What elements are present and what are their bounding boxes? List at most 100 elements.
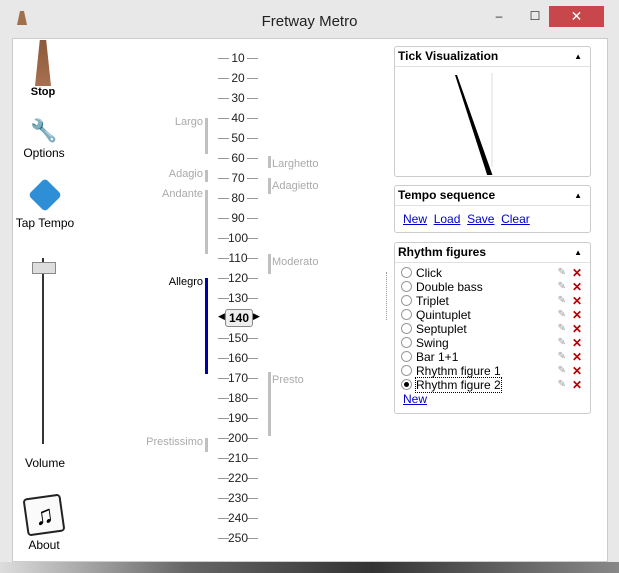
rhythm-item[interactable]: Swing ✎ ✕ bbox=[395, 336, 590, 350]
tempo-mark[interactable]: 180 bbox=[218, 391, 258, 405]
pencil-icon[interactable]: ✎ bbox=[558, 266, 566, 280]
maximize-button[interactable]: ☐ bbox=[520, 6, 550, 27]
volume-slider[interactable] bbox=[32, 258, 56, 444]
tap-tempo-button[interactable]: Tap Tempo bbox=[12, 178, 78, 230]
rhythm-item[interactable]: Click ✎ ✕ bbox=[395, 266, 590, 280]
tempo-mark[interactable]: 30 bbox=[218, 91, 258, 105]
tempo-range-bar[interactable] bbox=[268, 156, 271, 168]
panel-title: Rhythm figures bbox=[398, 245, 487, 259]
radio-button[interactable] bbox=[401, 267, 412, 278]
collapse-icon[interactable]: ▲ bbox=[574, 47, 582, 66]
pencil-icon[interactable]: ✎ bbox=[558, 350, 566, 364]
tempo-range-bar[interactable] bbox=[205, 170, 208, 182]
tempo-mark[interactable]: 80 bbox=[218, 191, 258, 205]
collapse-icon[interactable]: ▲ bbox=[574, 243, 582, 262]
increase-arrow-icon[interactable]: ▶ bbox=[253, 311, 260, 322]
pencil-icon[interactable]: ✎ bbox=[558, 336, 566, 350]
tempo-mark[interactable]: 60 bbox=[218, 151, 258, 165]
tempo-mark[interactable]: 10 bbox=[218, 51, 258, 65]
delete-icon[interactable]: ✕ bbox=[572, 308, 582, 322]
rhythm-item[interactable]: Double bass ✎ ✕ bbox=[395, 280, 590, 294]
tempo-mark[interactable]: 50 bbox=[218, 131, 258, 145]
tempo-term-adagio[interactable]: Adagio bbox=[169, 168, 203, 180]
tempo-mark[interactable]: 40 bbox=[218, 111, 258, 125]
pencil-icon[interactable]: ✎ bbox=[558, 378, 566, 392]
tempo-term-prestissimo[interactable]: Prestissimo bbox=[146, 436, 203, 448]
radio-button[interactable] bbox=[401, 379, 412, 390]
options-button[interactable]: 🔧 Options bbox=[14, 118, 74, 160]
delete-icon[interactable]: ✕ bbox=[572, 322, 582, 336]
rhythm-item[interactable]: Septuplet ✎ ✕ bbox=[395, 322, 590, 336]
tempo-range-bar[interactable] bbox=[205, 278, 208, 374]
pencil-icon[interactable]: ✎ bbox=[558, 322, 566, 336]
tempo-term-largo[interactable]: Largo bbox=[175, 116, 203, 128]
splitter-handle[interactable] bbox=[386, 272, 387, 320]
tempo-mark[interactable]: 130 bbox=[218, 291, 258, 305]
tempo-mark[interactable]: 190 bbox=[218, 411, 258, 425]
pencil-icon[interactable]: ✎ bbox=[558, 364, 566, 378]
tempo-range-bar[interactable] bbox=[268, 178, 271, 194]
tempo-range-bar[interactable] bbox=[205, 118, 208, 154]
tempo-mark[interactable]: 120 bbox=[218, 271, 258, 285]
radio-button[interactable] bbox=[401, 295, 412, 306]
rhythm-item[interactable]: Bar 1+1 ✎ ✕ bbox=[395, 350, 590, 364]
tempo-mark[interactable]: 220 bbox=[218, 471, 258, 485]
tempo-mark[interactable]: 150 bbox=[218, 331, 258, 345]
current-tempo-control[interactable]: ◀ 140 ▶ bbox=[218, 309, 260, 327]
stop-button[interactable]: Stop bbox=[20, 40, 66, 98]
tempo-range-bar[interactable] bbox=[205, 438, 208, 452]
tempo-mark[interactable]: 170 bbox=[218, 371, 258, 385]
pencil-icon[interactable]: ✎ bbox=[558, 280, 566, 294]
tempo-clear-link[interactable]: Clear bbox=[501, 212, 530, 226]
collapse-icon[interactable]: ▲ bbox=[574, 186, 582, 205]
tempo-mark[interactable]: 90 bbox=[218, 211, 258, 225]
radio-button[interactable] bbox=[401, 351, 412, 362]
tempo-mark[interactable]: 100 bbox=[218, 231, 258, 245]
minimize-button[interactable]: – bbox=[484, 6, 514, 27]
tempo-term-moderato[interactable]: Moderato bbox=[272, 256, 318, 268]
tempo-term-allegro[interactable]: Allegro bbox=[169, 276, 203, 288]
tempo-mark[interactable]: 250 bbox=[218, 531, 258, 545]
tempo-mark[interactable]: 240 bbox=[218, 511, 258, 525]
tempo-term-adagietto[interactable]: Adagietto bbox=[272, 180, 318, 192]
radio-button[interactable] bbox=[401, 323, 412, 334]
delete-icon[interactable]: ✕ bbox=[572, 294, 582, 308]
close-button[interactable]: ✕ bbox=[549, 6, 604, 27]
radio-button[interactable] bbox=[401, 309, 412, 320]
tempo-mark[interactable]: 110 bbox=[218, 251, 258, 265]
pencil-icon[interactable]: ✎ bbox=[558, 294, 566, 308]
tempo-save-link[interactable]: Save bbox=[467, 212, 494, 226]
delete-icon[interactable]: ✕ bbox=[572, 266, 582, 280]
delete-icon[interactable]: ✕ bbox=[572, 336, 582, 350]
tempo-mark[interactable]: 70 bbox=[218, 171, 258, 185]
about-button[interactable]: ♫ About bbox=[18, 493, 70, 552]
tempo-range-bar[interactable] bbox=[268, 254, 271, 274]
delete-icon[interactable]: ✕ bbox=[572, 364, 582, 378]
rhythm-item[interactable]: Rhythm figure 1 ✎ ✕ bbox=[395, 364, 590, 378]
tempo-term-larghetto[interactable]: Larghetto bbox=[272, 158, 318, 170]
radio-button[interactable] bbox=[401, 337, 412, 348]
radio-button[interactable] bbox=[401, 281, 412, 292]
tempo-range-bar[interactable] bbox=[268, 372, 271, 436]
tempo-mark[interactable]: 200 bbox=[218, 431, 258, 445]
tempo-term-andante[interactable]: Andante bbox=[162, 188, 203, 200]
radio-button[interactable] bbox=[401, 365, 412, 376]
volume-slider-thumb[interactable] bbox=[32, 262, 56, 275]
rhythm-item[interactable]: Quintuplet ✎ ✕ bbox=[395, 308, 590, 322]
tempo-mark[interactable]: 20 bbox=[218, 71, 258, 85]
rhythm-new-link[interactable]: New bbox=[403, 392, 427, 406]
tempo-mark[interactable]: 160 bbox=[218, 351, 258, 365]
delete-icon[interactable]: ✕ bbox=[572, 280, 582, 294]
rhythm-item[interactable]: Triplet ✎ ✕ bbox=[395, 294, 590, 308]
delete-icon[interactable]: ✕ bbox=[572, 350, 582, 364]
delete-icon[interactable]: ✕ bbox=[572, 378, 582, 392]
tempo-mark[interactable]: 210 bbox=[218, 451, 258, 465]
tempo-term-presto[interactable]: Presto bbox=[272, 374, 304, 386]
tempo-mark[interactable]: 230 bbox=[218, 491, 258, 505]
tempo-range-bar[interactable] bbox=[205, 190, 208, 254]
tempo-load-link[interactable]: Load bbox=[434, 212, 461, 226]
tempo-new-link[interactable]: New bbox=[403, 212, 427, 226]
decrease-arrow-icon[interactable]: ◀ bbox=[218, 311, 225, 322]
rhythm-item[interactable]: Rhythm figure 2 ✎ ✕ bbox=[395, 377, 590, 393]
pencil-icon[interactable]: ✎ bbox=[558, 308, 566, 322]
